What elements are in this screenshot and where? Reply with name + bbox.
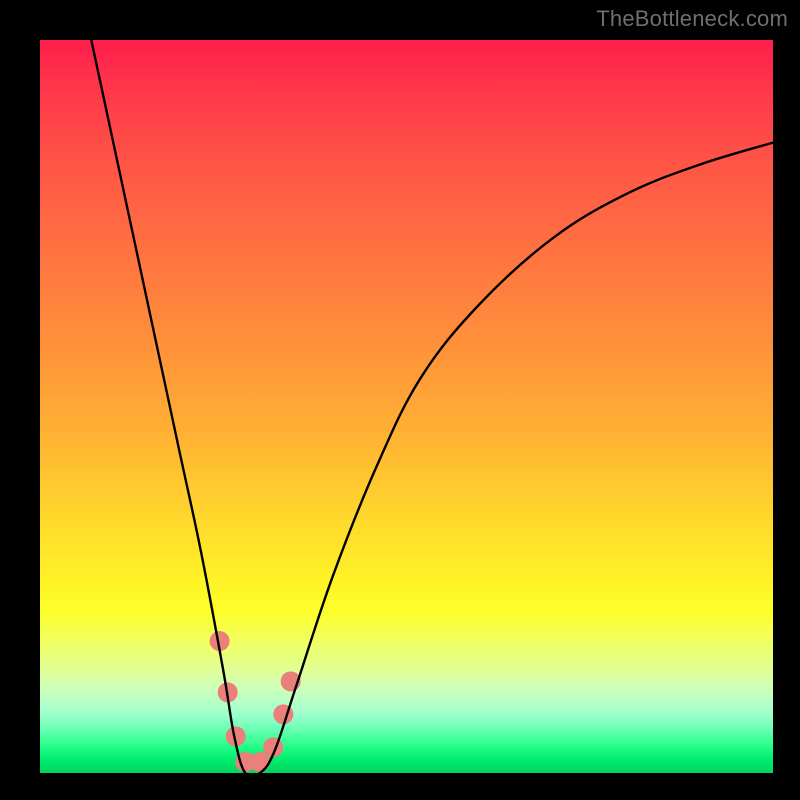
bottleneck-curve	[91, 40, 773, 777]
chart-frame: TheBottleneck.com	[0, 0, 800, 800]
watermark-text: TheBottleneck.com	[596, 6, 788, 32]
curve-svg	[40, 40, 773, 773]
plot-area	[40, 40, 773, 773]
markers-group	[210, 631, 301, 772]
